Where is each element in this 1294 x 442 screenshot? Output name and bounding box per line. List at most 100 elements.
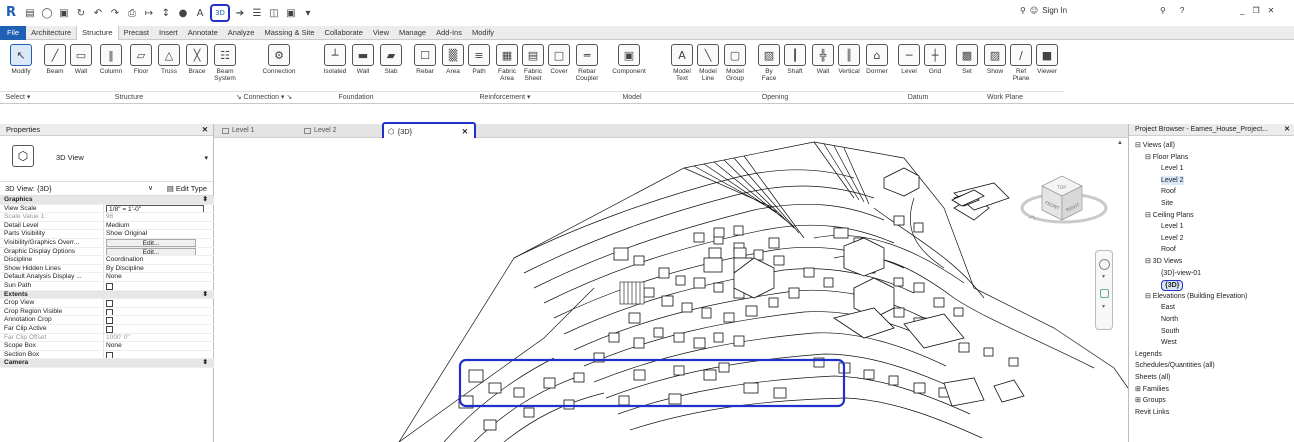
chevron-down-icon[interactable]: ▾ xyxy=(204,154,208,162)
checkbox[interactable] xyxy=(106,300,113,307)
property-value[interactable] xyxy=(103,281,214,290)
browser-node-schedules-quantities-all[interactable]: Schedules/Quantities (all) xyxy=(1135,361,1215,370)
print-icon[interactable]: ⎙ xyxy=(125,6,139,20)
property-value[interactable]: By Discipline xyxy=(103,264,214,273)
ribbon-wall-button[interactable]: ▭ Wall xyxy=(64,44,98,75)
browser-node-level-1[interactable]: Level 1 xyxy=(1161,222,1184,231)
edit-type-button[interactable]: ▤ Edit Type xyxy=(167,182,207,196)
browser-node-roof[interactable]: Roof xyxy=(1161,245,1176,254)
browser-node-sheets-all[interactable]: Sheets (all) xyxy=(1135,373,1170,382)
property-section[interactable]: Camera ⬍ xyxy=(0,359,214,368)
property-value[interactable]: Coordination xyxy=(103,256,214,264)
browser-node-ceiling-plans[interactable]: ⊟ Ceiling Plans xyxy=(1145,211,1194,220)
tab-modify[interactable]: Modify xyxy=(467,26,499,40)
property-value[interactable] xyxy=(103,307,214,316)
minimize-button[interactable]: _ xyxy=(1240,6,1244,15)
sync-icon[interactable]: ↻ xyxy=(74,6,88,20)
property-value[interactable] xyxy=(103,316,214,324)
property-value[interactable]: Medium xyxy=(103,221,214,230)
help-icon[interactable]: ? xyxy=(1180,6,1184,15)
property-value[interactable]: Show Original xyxy=(103,230,214,238)
redo-icon[interactable]: ↷ xyxy=(108,6,122,20)
ribbon-group--connection-[interactable]: ↘ Connection ▾ ↘ xyxy=(222,91,306,103)
default-3d-view-button[interactable]: 3D xyxy=(210,4,230,22)
cart-icon[interactable]: ⚲ xyxy=(1160,6,1166,15)
browser-node-revit-links[interactable]: Revit Links xyxy=(1135,408,1169,417)
user-icon[interactable]: ☺ xyxy=(1030,6,1038,15)
scroll-up-icon[interactable]: ▲ xyxy=(1117,140,1126,146)
3d-view-canvas[interactable]: FRONT RIGHT TOP xyxy=(214,138,1128,442)
property-value[interactable]: None xyxy=(103,273,214,281)
chevron-down-icon[interactable]: ∨ xyxy=(148,182,153,196)
view-tab-level-1[interactable]: Level 1 xyxy=(218,125,296,137)
close-window-button[interactable]: ✕ xyxy=(1268,6,1275,15)
browser-node-floor-plans[interactable]: ⊟ Floor Plans xyxy=(1145,153,1188,162)
property-value[interactable] xyxy=(103,350,214,359)
zoom-icon[interactable] xyxy=(1100,289,1109,298)
edit-button[interactable]: Edit... xyxy=(106,247,196,256)
collapse-icon[interactable]: ⬍ xyxy=(202,196,208,204)
tab-manage[interactable]: Manage xyxy=(394,26,431,40)
view-tab-level-2[interactable]: Level 2 xyxy=(300,125,378,137)
ribbon-dormer-button[interactable]: ⌂ Dormer xyxy=(860,44,894,75)
browser-node-north[interactable]: North xyxy=(1161,315,1178,324)
tab-view[interactable]: View xyxy=(368,26,394,40)
ribbon-component-button[interactable]: ▣ Component xyxy=(612,44,646,75)
sign-in-link[interactable]: Sign In xyxy=(1042,6,1067,15)
browser-node-elevations-building-elevation[interactable]: ⊟ Elevations (Building Elevation) xyxy=(1145,292,1247,301)
browser-node-site[interactable]: Site xyxy=(1161,199,1173,208)
tag-icon[interactable]: ● xyxy=(176,6,190,20)
tab-analyze[interactable]: Analyze xyxy=(223,26,260,40)
type-selector[interactable]: ⬡ 3D View ▾ xyxy=(0,136,213,182)
property-value[interactable]: Edit... xyxy=(103,238,214,247)
tab-annotate[interactable]: Annotate xyxy=(183,26,223,40)
tab-add-ins[interactable]: Add-Ins xyxy=(431,26,467,40)
ribbon-modify-button[interactable]: ↖ Modify xyxy=(4,44,38,75)
browser-node-views-all[interactable]: ⊟ Views (all) xyxy=(1135,141,1175,150)
text-icon[interactable]: A xyxy=(193,6,207,20)
property-section[interactable]: Graphics ⬍ xyxy=(0,196,214,205)
property-value[interactable] xyxy=(103,324,214,333)
browser-node-west[interactable]: West xyxy=(1161,338,1177,347)
customize-qat-icon[interactable]: ▾ xyxy=(301,6,315,20)
ribbon-grid-button[interactable]: ┼ Grid xyxy=(918,44,952,75)
property-value[interactable] xyxy=(103,299,214,307)
aligned-dimension-icon[interactable]: ↕ xyxy=(159,6,173,20)
ribbon-connection-button[interactable]: ⚙ Connection xyxy=(262,44,296,75)
browser-node-roof[interactable]: Roof xyxy=(1161,187,1176,196)
browser-node-south[interactable]: South xyxy=(1161,327,1179,336)
view-scrollbar[interactable]: ▲ xyxy=(1117,140,1126,440)
browser-node-3d-view-01[interactable]: {3D}-view-01 xyxy=(1161,269,1201,278)
chevron-down-icon[interactable]: ▾ xyxy=(1102,303,1105,310)
browser-node-3d[interactable]: {3D} xyxy=(1161,280,1184,292)
close-browser-button[interactable]: ✕ xyxy=(1284,124,1290,135)
ribbon-group-select-[interactable]: Select ▾ xyxy=(0,91,36,103)
ribbon-rebar-coupler-button[interactable]: ═ Rebar Coupler xyxy=(570,44,604,82)
measure-icon[interactable]: ↦ xyxy=(142,6,156,20)
property-value[interactable]: 1/8" = 1'-0" xyxy=(103,204,214,213)
browser-node-3d-views[interactable]: ⊟ 3D Views xyxy=(1145,257,1182,266)
checkbox[interactable] xyxy=(106,282,113,290)
property-section[interactable]: Extents ⬍ xyxy=(0,290,214,300)
restore-button[interactable]: ❐ xyxy=(1252,6,1259,15)
tab-structure[interactable]: Structure xyxy=(76,25,119,40)
undo-icon[interactable]: ↶ xyxy=(91,6,105,20)
ribbon-column-button[interactable]: ‖ Column xyxy=(94,44,128,75)
tab-file[interactable]: File xyxy=(0,25,27,40)
steering-wheel-icon[interactable] xyxy=(1099,259,1110,270)
browser-node-level-1[interactable]: Level 1 xyxy=(1161,164,1184,173)
browser-node-families[interactable]: ⊞ Families xyxy=(1135,385,1169,394)
edit-button[interactable]: Edit... xyxy=(106,238,196,247)
checkbox[interactable] xyxy=(106,351,113,359)
ribbon-beam-system-button[interactable]: ☷ Beam System xyxy=(208,44,242,82)
collapse-icon[interactable]: ⬍ xyxy=(202,291,208,299)
open-icon[interactable]: ▤ xyxy=(23,6,37,20)
browser-node-legends[interactable]: Legends xyxy=(1135,350,1162,359)
chevron-down-icon[interactable]: ▾ xyxy=(1102,273,1105,280)
open-folder-icon[interactable]: ◯ xyxy=(40,6,54,20)
close-hidden-windows-icon[interactable]: ◫ xyxy=(267,6,281,20)
section-icon[interactable]: ➔ xyxy=(233,6,247,20)
search-icon[interactable]: ⚲ xyxy=(1020,6,1026,15)
collapse-icon[interactable]: ⬍ xyxy=(202,359,208,367)
browser-node-level-2[interactable]: Level 2 xyxy=(1161,234,1184,243)
